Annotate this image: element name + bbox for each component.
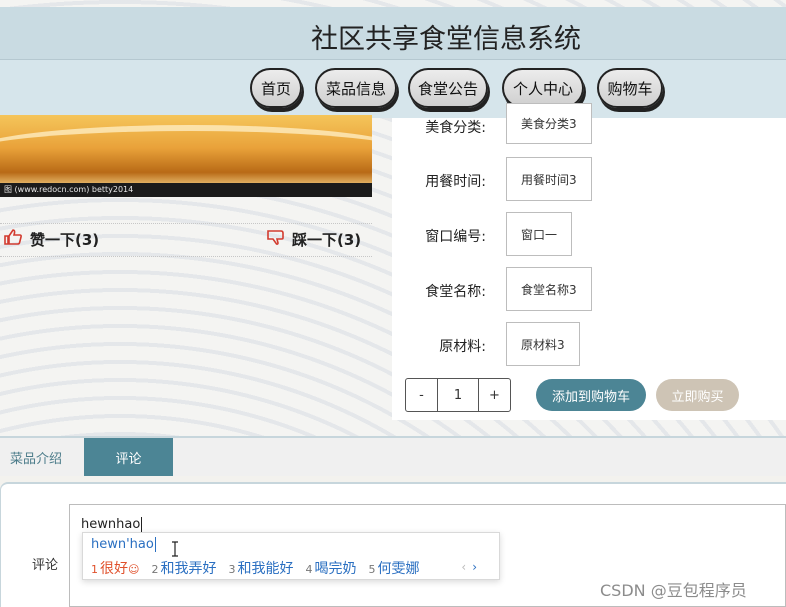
nav-cart-button[interactable]: 购物车 — [597, 68, 663, 108]
ime-candidate-text: 和我弄好 — [160, 561, 217, 577]
ime-candidate-popup: hewn'hao 1 很好☺ 2 和我弄好 3 和我能好 4 喝完奶 5 何雯娜 ‹ › — [82, 532, 500, 580]
ime-candidate-number: 1 — [91, 563, 98, 576]
comment-text: hewnhao — [81, 517, 141, 532]
nav-announcements-button[interactable]: 食堂公告 — [408, 68, 488, 108]
field-value: 食堂名称3 — [506, 267, 592, 311]
field-row-window-number: 窗口编号: 窗口一 — [392, 212, 786, 258]
site-title: 社区共享食堂信息系统 — [311, 24, 581, 55]
ime-candidate[interactable]: 3 和我能好 — [228, 558, 293, 578]
nav-dishes-button[interactable]: 菜品信息 — [315, 68, 397, 108]
quantity-stepper: - 1 + — [405, 378, 511, 412]
comment-field-label: 评论 — [32, 558, 59, 573]
ime-candidate[interactable]: 2 和我弄好 — [151, 558, 216, 578]
field-label: 窗口编号: — [425, 229, 486, 245]
ime-candidate[interactable]: 1 很好☺ — [91, 558, 139, 578]
field-value: 窗口一 — [506, 212, 573, 256]
tab-dish-intro[interactable]: 菜品介绍 — [0, 438, 72, 476]
quantity-increase-button[interactable]: + — [479, 379, 510, 411]
ime-candidate-number: 5 — [368, 563, 376, 576]
ime-candidate[interactable]: 4 喝完奶 — [305, 558, 356, 578]
ime-prev-page-icon[interactable]: ‹ — [461, 560, 466, 574]
ime-candidate-text: 喝完奶 — [314, 561, 357, 577]
like-label: 赞一下(3) — [30, 230, 100, 249]
like-button[interactable]: 赞一下(3) — [4, 228, 99, 250]
dish-photo-highlight — [0, 125, 372, 185]
quantity-input[interactable]: 1 — [437, 379, 479, 411]
field-label: 原材料: — [439, 339, 486, 355]
nav-profile-button[interactable]: 个人中心 — [502, 68, 584, 108]
ime-candidate[interactable]: 5 何雯娜 — [368, 558, 419, 578]
ime-pinyin-text: hewn'hao — [91, 537, 154, 552]
field-label: 用餐时间: — [425, 174, 486, 190]
dislike-button[interactable]: 踩一下(3) — [266, 228, 361, 250]
field-row-ingredients: 原材料: 原材料3 — [392, 322, 786, 368]
add-to-cart-button[interactable]: 添加到购物车 — [536, 379, 646, 411]
ime-next-page-icon[interactable]: › — [472, 560, 477, 574]
field-value: 美食分类3 — [506, 103, 592, 144]
detail-tabs: 菜品介绍 评论 — [0, 436, 786, 476]
ime-caret — [154, 537, 156, 552]
field-row-meal-time: 用餐时间: 用餐时间3 — [392, 157, 786, 203]
ime-favorite-icon: ☺ — [128, 563, 140, 576]
photo-caption: 图 (www.redocn.com) betty2014 — [0, 183, 372, 197]
ime-pinyin: hewn'hao — [91, 537, 156, 552]
field-value: 原材料3 — [506, 322, 580, 366]
nav-home-button[interactable]: 首页 — [250, 68, 302, 108]
buy-now-button[interactable]: 立即购买 — [656, 379, 739, 411]
ime-pager: ‹ › — [461, 560, 477, 574]
thumbs-up-icon — [4, 228, 22, 250]
thumbs-down-icon — [266, 229, 284, 250]
ime-candidate-number: 3 — [228, 563, 236, 576]
dislike-label: 踩一下(3) — [292, 230, 362, 249]
field-row-category: 美食分类: 美食分类3 — [392, 103, 786, 149]
site-header: 社区共享食堂信息系统 — [0, 7, 786, 60]
tab-comments[interactable]: 评论 — [84, 438, 173, 476]
quantity-decrease-button[interactable]: - — [406, 379, 437, 411]
text-cursor-icon — [171, 541, 179, 561]
ime-candidate-text: 很好 — [100, 561, 128, 577]
ime-candidate-list: 1 很好☺ 2 和我弄好 3 和我能好 4 喝完奶 5 何雯娜 — [91, 558, 419, 578]
field-label: 食堂名称: — [425, 284, 486, 300]
field-value: 用餐时间3 — [506, 157, 592, 201]
field-row-canteen-name: 食堂名称: 食堂名称3 — [392, 267, 786, 313]
ime-candidate-text: 何雯娜 — [377, 561, 420, 577]
ime-candidate-number: 2 — [151, 563, 159, 576]
field-label: 美食分类: — [425, 120, 486, 136]
ime-candidate-number: 4 — [305, 563, 313, 576]
ime-candidate-text: 和我能好 — [237, 561, 294, 577]
dish-photo: 图 (www.redocn.com) betty2014 — [0, 115, 372, 197]
caret — [141, 517, 143, 532]
watermark: CSDN @豆包程序员 — [600, 581, 747, 600]
